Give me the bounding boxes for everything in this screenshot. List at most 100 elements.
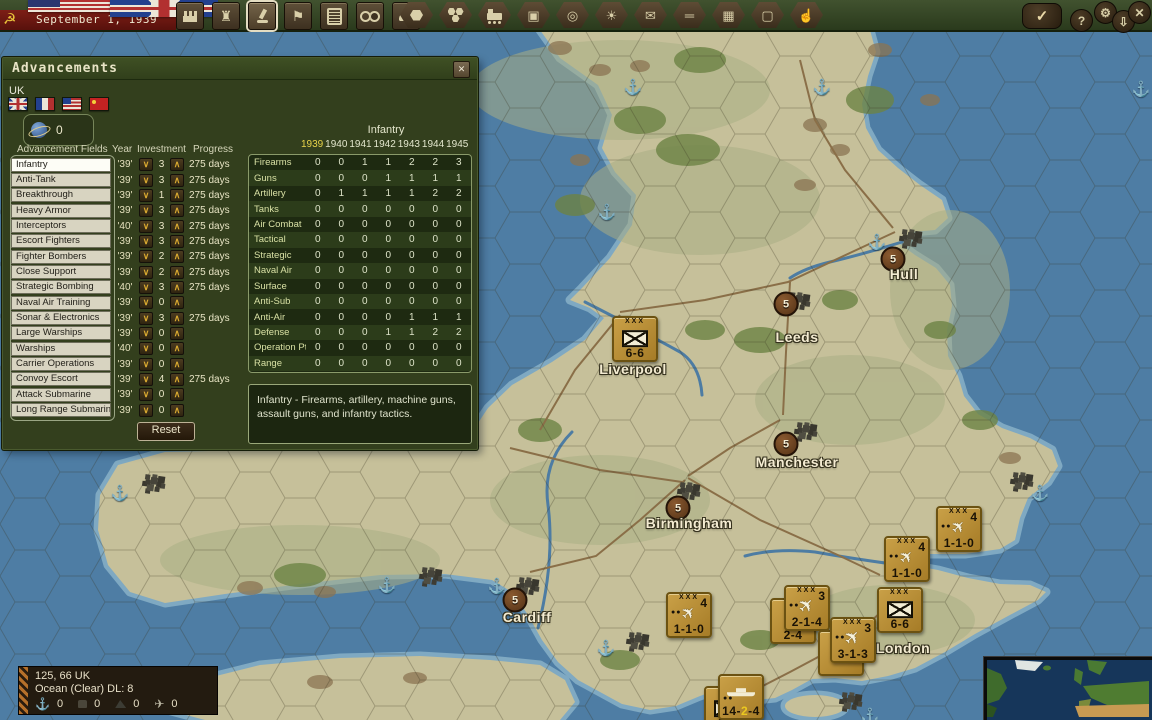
investment-increase-button[interactable]: ∧ <box>170 342 184 355</box>
combat-view-button[interactable]: ☀ <box>595 2 628 28</box>
detail-stats-table: Firearms 0 0 1 1 2 2 3 Guns 0 0 0 <box>248 154 472 373</box>
port-anchor-icon: ⚓ <box>1031 484 1050 502</box>
unit-counter[interactable]: XXX ✈ 6-6 <box>877 587 923 633</box>
field-name[interactable]: Convoy Escort <box>11 372 111 386</box>
field-name[interactable]: Carrier Operations <box>11 357 111 371</box>
field-name[interactable]: Interceptors <box>11 219 111 233</box>
intel-button[interactable] <box>356 2 384 30</box>
field-name[interactable]: Sonar & Electronics <box>11 311 111 325</box>
diplomacy-button[interactable]: ♜ <box>212 2 240 30</box>
objectives-button[interactable]: ⚑ <box>284 2 312 30</box>
rail-view-button[interactable] <box>478 2 511 28</box>
hand-tool-button[interactable]: ☝ <box>790 2 823 28</box>
investment-increase-button[interactable]: ∧ <box>170 220 184 233</box>
field-name[interactable]: Infantry <box>11 158 111 172</box>
stat-row: Tactical 0 0 0 0 0 0 0 <box>249 232 471 247</box>
investment-decrease-button[interactable]: ∨ <box>139 281 153 294</box>
stat-value: 1 <box>377 327 401 338</box>
investment-increase-button[interactable]: ∧ <box>170 250 184 263</box>
investment-increase-button[interactable]: ∧ <box>170 158 184 171</box>
investment-increase-button[interactable]: ∧ <box>170 327 184 340</box>
unit-counter[interactable]: XXX 4 ●● ✈ 1-1-0 <box>666 592 712 638</box>
unit-counter[interactable]: XXX 4 ●● ✈ 1-1-0 <box>884 536 930 582</box>
unit-counter[interactable]: XXX ✈ 6-6 <box>612 316 658 362</box>
investment-decrease-button[interactable]: ∨ <box>139 266 153 279</box>
supply-view-button[interactable]: ▣ <box>517 2 550 28</box>
investment-increase-button[interactable]: ∧ <box>170 204 184 217</box>
field-year: '39' <box>111 205 139 216</box>
unit-counter[interactable]: XXX 3 ●● ✈ 2-1-4 <box>784 585 830 631</box>
unit-counter[interactable]: XXX 4 ●● ✈ 1-1-0 <box>936 506 982 552</box>
investment-increase-button[interactable]: ∧ <box>170 189 184 202</box>
field-name[interactable]: Heavy Armor <box>11 204 111 218</box>
investment-decrease-button[interactable]: ∨ <box>139 235 153 248</box>
field-name[interactable]: Breakthrough <box>11 188 111 202</box>
terrain-view-button[interactable] <box>400 2 433 28</box>
investment-decrease-button[interactable]: ∨ <box>139 327 153 340</box>
grid-view-button[interactable]: ▦ <box>712 2 745 28</box>
investment-decrease-button[interactable]: ∨ <box>139 296 153 309</box>
investment-increase-button[interactable]: ∧ <box>170 358 184 371</box>
investment-increase-button[interactable]: ∧ <box>170 281 184 294</box>
research-points-button[interactable]: 0 <box>23 114 94 146</box>
investment-increase-button[interactable]: ∧ <box>170 296 184 309</box>
investment-increase-button[interactable]: ∧ <box>170 266 184 279</box>
investment-increase-button[interactable]: ∧ <box>170 388 184 401</box>
end-turn-button[interactable]: ✓ <box>1022 3 1062 29</box>
flag-tab-usa[interactable] <box>62 97 82 111</box>
borders-view-button[interactable]: ═ <box>673 2 706 28</box>
exit-button[interactable]: ✕ <box>1128 1 1151 24</box>
investment-decrease-button[interactable]: ∨ <box>139 204 153 217</box>
field-name[interactable]: Close Support <box>11 265 111 279</box>
research-button[interactable] <box>248 2 276 30</box>
investment-decrease-button[interactable]: ∨ <box>139 388 153 401</box>
flag-tab-china[interactable] <box>89 97 109 111</box>
minimap[interactable] <box>984 657 1152 720</box>
field-name[interactable]: Attack Submarine <box>11 388 111 402</box>
investment-decrease-button[interactable]: ∨ <box>139 358 153 371</box>
field-name[interactable]: Warships <box>11 342 111 356</box>
investment-decrease-button[interactable]: ∨ <box>139 404 153 417</box>
field-name[interactable]: Long Range Submarine <box>11 403 111 417</box>
unit-values: 2-1-4 <box>786 615 828 629</box>
investment-decrease-button[interactable]: ∨ <box>139 250 153 263</box>
investment-decrease-button[interactable]: ∨ <box>139 312 153 325</box>
investment-increase-button[interactable]: ∧ <box>170 174 184 187</box>
stat-label: Operation Pts. <box>249 342 306 353</box>
field-name[interactable]: Fighter Bombers <box>11 250 111 264</box>
toolbar-hex-buttons: ▣ ◎ ☀ ✉ ═ ▦ ▢ ☝ <box>400 2 823 28</box>
reset-button[interactable]: Reset <box>137 422 195 441</box>
messages-button[interactable]: ✉ <box>634 2 667 28</box>
investment-decrease-button[interactable]: ∨ <box>139 174 153 187</box>
field-name[interactable]: Naval Air Training <box>11 296 111 310</box>
unit-counter[interactable]: XXX 3 ●● ✈ 3-1-3 <box>830 617 876 663</box>
advancement-row: Strategic Bombing '40' ∨ 3 ∧ 275 days <box>11 280 239 295</box>
reports-button[interactable] <box>320 2 348 30</box>
chevron-down-icon: ∨ <box>143 206 150 215</box>
production-button[interactable] <box>176 2 204 30</box>
flag-tab-uk[interactable] <box>8 97 28 111</box>
field-progress: 275 days <box>184 175 239 186</box>
frame-view-button[interactable]: ▢ <box>751 2 784 28</box>
investment-decrease-button[interactable]: ∨ <box>139 373 153 386</box>
help-button[interactable]: ? <box>1070 9 1093 32</box>
target-view-button[interactable]: ◎ <box>556 2 589 28</box>
investment-increase-button[interactable]: ∧ <box>170 312 184 325</box>
investment-decrease-button[interactable]: ∨ <box>139 189 153 202</box>
field-name[interactable]: Large Warships <box>11 326 111 340</box>
field-detail-panel: Infantry 1939 1940 1941 1942 1943 1944 1… <box>247 58 473 449</box>
investment-decrease-button[interactable]: ∨ <box>139 158 153 171</box>
field-progress: 275 days <box>184 236 239 247</box>
investment-decrease-button[interactable]: ∨ <box>139 342 153 355</box>
unit-counter[interactable]: ●● ✈ 14-2-4 <box>718 674 764 720</box>
sub-count: 0 <box>133 698 139 710</box>
field-name[interactable]: Escort Fighters <box>11 234 111 248</box>
investment-decrease-button[interactable]: ∨ <box>139 220 153 233</box>
investment-increase-button[interactable]: ∧ <box>170 235 184 248</box>
field-name[interactable]: Anti-Tank <box>11 173 111 187</box>
hex-grid-button[interactable] <box>439 2 472 28</box>
field-name[interactable]: Strategic Bombing <box>11 280 111 294</box>
flag-tab-france[interactable] <box>35 97 55 111</box>
investment-increase-button[interactable]: ∧ <box>170 373 184 386</box>
investment-increase-button[interactable]: ∧ <box>170 404 184 417</box>
